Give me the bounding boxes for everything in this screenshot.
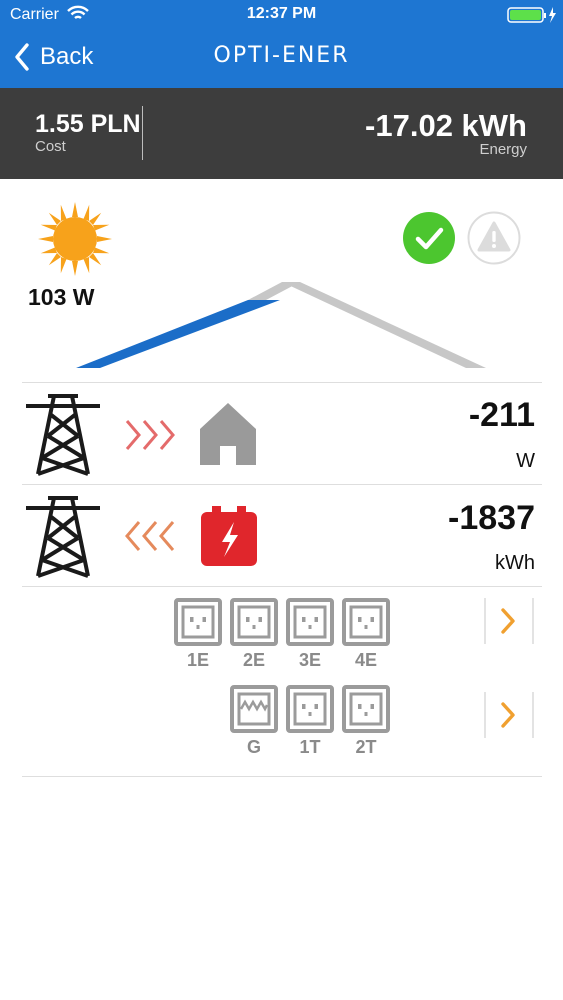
socket-g-button[interactable] xyxy=(230,685,278,738)
socket-label: 2E xyxy=(242,650,266,670)
flow-arrows-icon xyxy=(125,521,175,551)
socket-4e-button[interactable] xyxy=(342,598,390,651)
socket-label: G xyxy=(246,737,261,757)
section-divider xyxy=(22,586,542,587)
socket-3e-button[interactable] xyxy=(286,598,334,651)
outlet-socket-icon xyxy=(342,685,390,733)
socket-label: 3E xyxy=(298,650,322,670)
sun-icon xyxy=(38,202,112,276)
house-icon xyxy=(200,403,256,465)
socket-group-2-expand-button[interactable] xyxy=(484,692,534,738)
battery-status-icon xyxy=(507,7,556,23)
generator-socket-icon xyxy=(230,685,278,733)
power-tower-icon xyxy=(26,496,100,578)
outlet-socket-icon xyxy=(286,598,334,646)
socket-label: 1E xyxy=(186,650,210,670)
socket-label: 4E xyxy=(354,650,378,670)
outlet-socket-icon xyxy=(230,598,278,646)
battery-energy-unit: kWh xyxy=(495,552,535,574)
cost-label: Cost xyxy=(35,138,66,155)
battery-energy-value: -1837 xyxy=(448,499,535,537)
section-divider xyxy=(22,484,542,485)
section-divider xyxy=(22,776,542,777)
summary-divider xyxy=(142,106,143,160)
grid-power-value: -211 xyxy=(468,396,535,434)
chevron-right-icon xyxy=(484,692,534,738)
grid-power-unit: W xyxy=(516,450,535,472)
socket-group-1-expand-button[interactable] xyxy=(484,598,534,644)
socket-label: 2T xyxy=(355,737,377,757)
outlet-socket-icon xyxy=(342,598,390,646)
chevron-right-icon xyxy=(484,598,534,644)
socket-1t-button[interactable] xyxy=(286,685,334,738)
socket-label: 1T xyxy=(299,737,321,757)
outlet-socket-icon xyxy=(174,598,222,646)
battery-icon xyxy=(201,506,257,566)
status-time: 12:37 PM xyxy=(246,5,317,22)
section-divider xyxy=(22,382,542,383)
socket-2e-button[interactable] xyxy=(230,598,278,651)
warning-icon[interactable] xyxy=(467,211,521,265)
brand-logo: OPTI-ENER xyxy=(213,43,350,68)
status-ok-icon[interactable] xyxy=(402,211,456,265)
socket-2t-button[interactable] xyxy=(342,685,390,738)
roof-illustration xyxy=(76,282,486,368)
outlet-socket-icon xyxy=(286,685,334,733)
socket-1e-button[interactable] xyxy=(174,598,222,651)
flow-arrows-icon xyxy=(125,420,175,450)
cost-value: 1.55 PLN xyxy=(35,110,141,138)
power-tower-icon xyxy=(26,394,100,476)
energy-label: Energy xyxy=(479,141,527,158)
energy-value: -17.02 kWh xyxy=(365,108,527,143)
